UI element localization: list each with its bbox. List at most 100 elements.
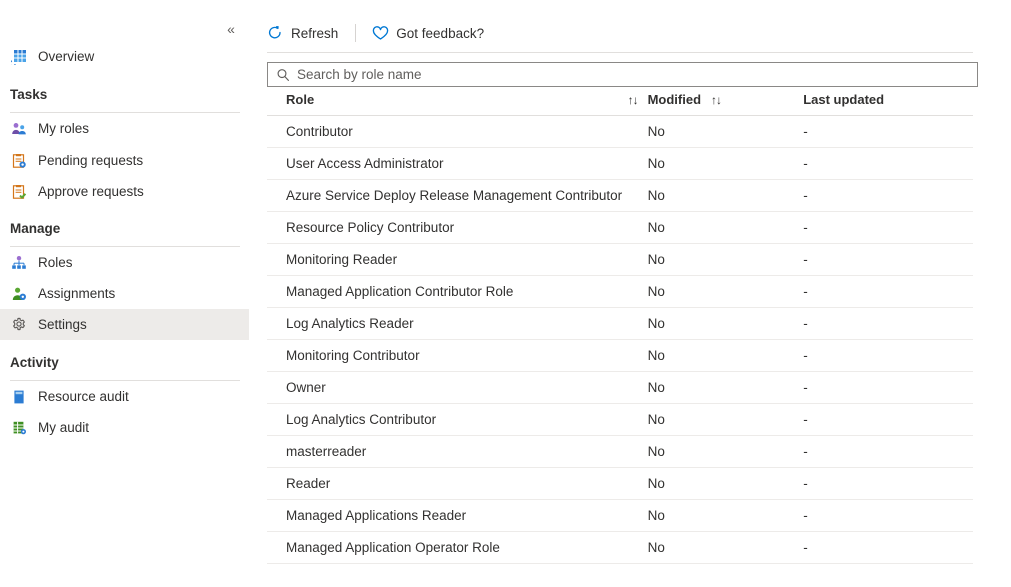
sidebar-section-title-tasks: Tasks [0,87,260,102]
table-row[interactable]: Monitoring ContributorNo- [267,340,973,372]
table-row[interactable]: Resource Policy ContributorNo- [267,212,973,244]
sidebar-item-roles[interactable]: Roles [0,247,250,278]
cell-role[interactable]: Log Analytics Reader [267,308,648,340]
cell-modified: No [648,244,804,276]
cell-role[interactable]: Azure Service Deploy Release Management … [267,180,648,212]
got-feedback-label: Got feedback? [396,26,484,41]
org-chart-icon [10,254,28,272]
sidebar-item-resource-audit[interactable]: Resource audit [0,381,250,412]
cell-role[interactable]: Monitoring Contributor [267,340,648,372]
heart-icon [371,24,389,42]
table-row[interactable]: masterreaderNo- [267,436,973,468]
cell-last-updated: - [803,308,973,340]
cell-role[interactable]: Owner [267,372,648,404]
command-toolbar: Refresh Got feedback? [260,14,973,52]
cell-modified: No [648,500,804,532]
table-row[interactable]: Log Analytics ContributorNo- [267,404,973,436]
cell-last-updated: - [803,372,973,404]
cell-last-updated: - [803,116,973,148]
cell-last-updated: - [803,532,973,564]
role-settings-page: _ _ _ _ « Overview Tasks [0,0,1011,587]
cell-modified: No [648,340,804,372]
cell-role[interactable]: Log Analytics Contributor [267,404,648,436]
cell-last-updated: - [803,148,973,180]
toolbar-separator [355,24,356,42]
cell-modified: No [648,148,804,180]
column-header-modified[interactable]: Modified ↑↓ [648,92,804,116]
cell-modified: No [648,116,804,148]
sidebar-item-label: Pending requests [38,153,143,168]
roles-table: Role ↑↓ Modified ↑↓ Last updated [267,92,973,564]
sidebar-item-settings[interactable]: Settings [0,309,249,340]
table-row[interactable]: Monitoring ReaderNo- [267,244,973,276]
spreadsheet-icon [10,419,28,437]
chevron-double-left-icon: « [227,22,235,36]
cell-role[interactable]: Managed Applications Reader [267,500,648,532]
cell-last-updated: - [803,436,973,468]
cell-modified: No [648,436,804,468]
cell-role[interactable]: Contributor [267,116,648,148]
cell-role[interactable]: Reader [267,468,648,500]
table-row[interactable]: ReaderNo- [267,468,973,500]
clipboard-check-icon [10,183,28,201]
sidebar-item-label: Overview [38,49,94,64]
sidebar-item-label: Approve requests [38,184,144,199]
cell-last-updated: - [803,212,973,244]
refresh-button[interactable]: Refresh [260,18,346,48]
refresh-icon [266,24,284,42]
table-row[interactable]: Azure Service Deploy Release Management … [267,180,973,212]
document-icon [10,388,28,406]
cell-modified: No [648,468,804,500]
sort-modified-icon[interactable]: ↑↓ [711,93,721,107]
gear-icon [10,316,28,334]
search-input[interactable] [297,64,977,85]
cell-last-updated: - [803,276,973,308]
left-navigation-sidebar: « Overview Tasks [0,0,250,587]
cell-last-updated: - [803,340,973,372]
cell-role[interactable]: Managed Application Operator Role [267,532,648,564]
got-feedback-button[interactable]: Got feedback? [365,18,492,48]
sidebar-item-my-audit[interactable]: My audit [0,412,250,443]
column-header-last-updated[interactable]: Last updated [803,92,973,116]
main-content-area: Refresh Got feedback? [260,0,1011,587]
cell-role[interactable]: Monitoring Reader [267,244,648,276]
table-row[interactable]: ContributorNo- [267,116,973,148]
sidebar-item-assignments[interactable]: Assignments [0,278,250,309]
cell-modified: No [648,212,804,244]
cell-modified: No [648,276,804,308]
cell-modified: No [648,308,804,340]
sidebar-item-label: Resource audit [38,389,129,404]
user-badge-icon [10,285,28,303]
sidebar-item-label: Settings [38,317,87,332]
table-row[interactable]: Managed Applications ReaderNo- [267,500,973,532]
sort-role-icon[interactable]: ↑↓ [628,93,638,107]
sidebar-item-label: My roles [38,121,89,136]
cell-last-updated: - [803,244,973,276]
cell-role[interactable]: Managed Application Contributor Role [267,276,648,308]
clipboard-pending-icon [10,152,28,170]
toolbar-divider [267,52,973,53]
search-box[interactable] [267,62,978,87]
table-row[interactable]: Log Analytics ReaderNo- [267,308,973,340]
table-row[interactable]: User Access AdministratorNo- [267,148,973,180]
sidebar-item-overview[interactable]: Overview [0,41,250,72]
sidebar-section-title-manage: Manage [0,221,260,236]
cell-modified: No [648,532,804,564]
sidebar-item-approve-requests[interactable]: Approve requests [0,176,250,207]
table-row[interactable]: OwnerNo- [267,372,973,404]
sidebar-item-my-roles[interactable]: My roles [0,113,250,144]
sidebar-item-pending-requests[interactable]: Pending requests [0,145,250,176]
column-header-role[interactable]: Role ↑↓ [267,92,648,116]
cell-role[interactable]: masterreader [267,436,648,468]
search-icon [275,67,291,83]
column-header-modified-label: Modified [648,92,701,107]
cell-role[interactable]: Resource Policy Contributor [267,212,648,244]
refresh-label: Refresh [291,26,338,41]
column-header-last-updated-label: Last updated [803,92,884,107]
collapse-navigation-button[interactable]: « [220,18,242,40]
table-row[interactable]: Managed Application Contributor RoleNo- [267,276,973,308]
cell-last-updated: - [803,500,973,532]
table-row[interactable]: Managed Application Operator RoleNo- [267,532,973,564]
grid-icon [10,48,28,66]
cell-role[interactable]: User Access Administrator [267,148,648,180]
